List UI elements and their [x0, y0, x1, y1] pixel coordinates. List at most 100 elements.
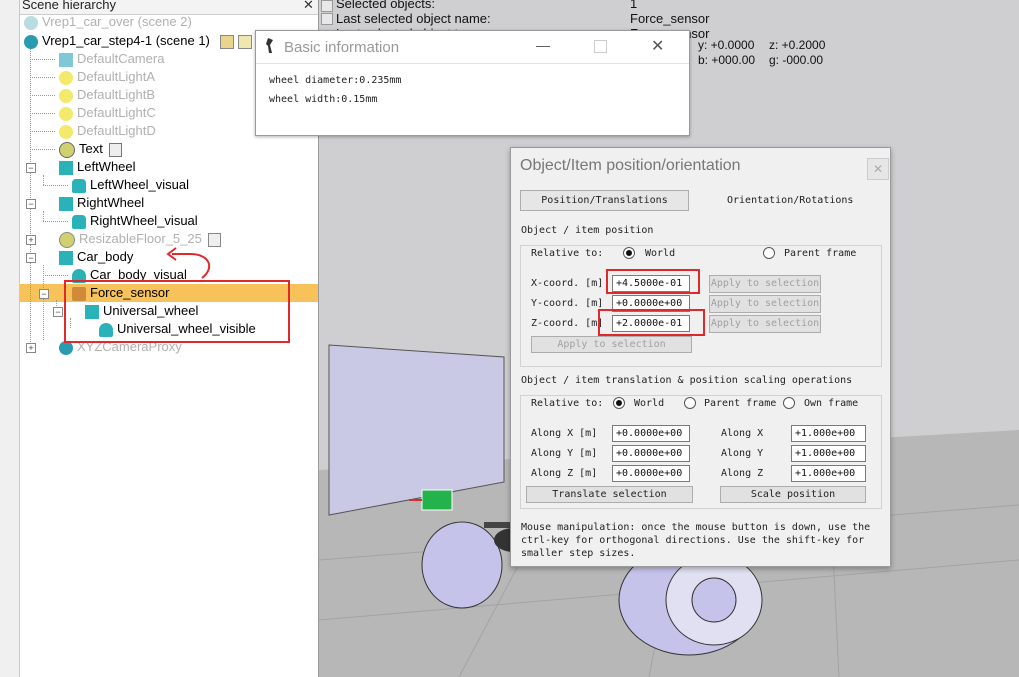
hierarchy-side-bar — [0, 0, 20, 677]
info-line: wheel width:0.15mm — [269, 94, 378, 105]
info-toggle-icon[interactable] — [321, 0, 333, 12]
position-orientation-dialog: Object/Item position/orientation ✕ Posit… — [510, 147, 891, 567]
parent-frame-label: Parent frame — [784, 248, 857, 259]
world-radio[interactable] — [623, 247, 635, 259]
selected-objects-label: Selected objects: — [336, 0, 436, 11]
mouse-manipulation-note: Mouse manipulation: once the mouse butto… — [521, 522, 871, 559]
script-icon — [108, 142, 122, 157]
shape-icon — [59, 160, 73, 175]
scale-x-input[interactable]: +1.000e+00 — [791, 425, 866, 442]
collapse-icon[interactable]: − — [39, 289, 49, 299]
y-coord-label: Y-coord. [m] — [531, 298, 604, 309]
apply-x-button[interactable]: Apply to selection — [709, 275, 821, 293]
globe-icon — [24, 15, 38, 30]
last-selected-name-value: Force_sensor — [630, 11, 710, 26]
hierarchy-item-label: RightWheel_visual — [90, 213, 198, 228]
dummy-icon — [59, 141, 75, 158]
apply-all-button[interactable]: Apply to selection — [531, 336, 692, 353]
hierarchy-item[interactable]: LeftWheel — [59, 158, 136, 176]
scale-x-label: Along X — [721, 428, 764, 439]
coord-g: g: -000.00 — [769, 53, 824, 67]
hierarchy-item-label: Car_body — [77, 249, 134, 264]
close-icon[interactable]: ✕ — [651, 36, 664, 56]
hierarchy-item-label: Vrep1_car_over (scene 2) — [42, 14, 192, 29]
hierarchy-item[interactable]: Vrep1_car_over (scene 2) — [24, 13, 192, 31]
annotation-box — [606, 269, 700, 294]
hierarchy-item-label: DefaultLightB — [77, 87, 156, 102]
hierarchy-item-label: DefaultCamera — [77, 51, 165, 66]
hierarchy-item[interactable]: DefaultLightB — [59, 86, 155, 104]
scale-position-button[interactable]: Scale position — [720, 486, 866, 503]
translate-selection-button[interactable]: Translate selection — [526, 486, 693, 503]
x-coord-label: X-coord. [m] — [531, 278, 604, 289]
hierarchy-item[interactable]: DefaultLightA — [59, 68, 155, 86]
hierarchy-item[interactable]: DefaultCamera — [59, 50, 164, 68]
annotation-arrow — [166, 247, 211, 279]
collapse-icon[interactable]: − — [26, 199, 36, 209]
section-title: Object / item translation & position sca… — [521, 375, 853, 386]
along-x-label: Along X [m] — [531, 428, 598, 439]
own-frame-radio[interactable] — [783, 397, 795, 409]
translate-x-input[interactable]: +0.0000e+00 — [612, 425, 690, 442]
annotation-box — [64, 280, 290, 343]
light-icon — [59, 70, 73, 85]
translate-y-input[interactable]: +0.0000e+00 — [612, 445, 690, 462]
hierarchy-title: Scene hierarchy — [22, 0, 116, 12]
collapse-icon[interactable]: − — [26, 253, 36, 263]
page-icon — [237, 34, 252, 49]
basic-information-window: Basic information — ✕ wheel diameter:0.2… — [255, 30, 690, 136]
scale-z-input[interactable]: +1.000e+00 — [791, 465, 866, 482]
hierarchy-item-label: DefaultLightD — [77, 123, 156, 138]
world-radio[interactable] — [613, 397, 625, 409]
parent-frame-radio[interactable] — [763, 247, 775, 259]
parent-frame-radio[interactable] — [684, 397, 696, 409]
apply-z-button[interactable]: Apply to selection — [709, 315, 821, 333]
hierarchy-item[interactable]: DefaultLightC — [59, 104, 156, 122]
tab-orientation[interactable]: Orientation/Rotations — [727, 195, 853, 206]
expand-icon[interactable]: + — [26, 235, 36, 245]
maximize-icon — [594, 40, 607, 53]
own-frame-label: Own frame — [804, 398, 859, 409]
world-label: World — [645, 248, 676, 259]
z-coord-label: Z-coord. [m] — [531, 318, 604, 329]
globe-icon — [24, 34, 38, 49]
info-line: wheel diameter:0.235mm — [269, 75, 402, 86]
shape-icon — [72, 214, 86, 229]
hierarchy-item-label: DefaultLightC — [77, 105, 156, 120]
hierarchy-item[interactable]: Text — [59, 140, 126, 158]
hierarchy-item-label: DefaultLightA — [77, 69, 156, 84]
along-z-label: Along Z [m] — [531, 468, 598, 479]
scale-y-label: Along Y — [721, 448, 764, 459]
info-toggle-icon[interactable] — [321, 13, 333, 25]
collapse-icon[interactable]: − — [26, 163, 36, 173]
coord-y: y: +0.0000 — [698, 38, 755, 52]
hierarchy-item[interactable]: RightWheel_visual — [72, 212, 198, 230]
hierarchy-item-label: Text — [79, 141, 103, 156]
collapse-icon[interactable]: − — [53, 307, 63, 317]
hierarchy-item[interactable]: DefaultLightD — [59, 122, 156, 140]
hierarchy-item-label: LeftWheel — [77, 159, 136, 174]
page-icon — [219, 34, 234, 49]
translate-z-input[interactable]: +0.0000e+00 — [612, 465, 690, 482]
along-y-label: Along Y [m] — [531, 448, 598, 459]
hierarchy-item-label: Vrep1_car_step4-1 (scene 1) — [42, 33, 210, 48]
hierarchy-item[interactable]: RightWheel — [59, 194, 144, 212]
close-icon[interactable]: ✕ — [867, 158, 889, 180]
hierarchy-item[interactable]: Car_body — [59, 248, 133, 266]
close-icon[interactable]: ✕ — [303, 0, 314, 13]
dialog-title: Object/Item position/orientation — [520, 157, 741, 174]
app-icon — [264, 37, 276, 55]
script-icon — [207, 232, 221, 247]
selected-objects-value: 1 — [630, 0, 638, 11]
hierarchy-item[interactable]: Vrep1_car_step4-1 (scene 1) — [24, 32, 256, 50]
hierarchy-item-label: RightWheel — [77, 195, 145, 210]
last-selected-name-label: Last selected object name: — [336, 11, 491, 26]
tab-position[interactable]: Position/Translations — [520, 190, 689, 211]
scale-y-input[interactable]: +1.000e+00 — [791, 445, 866, 462]
expand-icon[interactable]: + — [26, 343, 36, 353]
hierarchy-item[interactable]: LeftWheel_visual — [72, 176, 189, 194]
minimize-icon[interactable]: — — [536, 37, 550, 53]
light-icon — [59, 106, 73, 121]
apply-y-button[interactable]: Apply to selection — [709, 295, 821, 313]
world-label: World — [634, 398, 665, 409]
